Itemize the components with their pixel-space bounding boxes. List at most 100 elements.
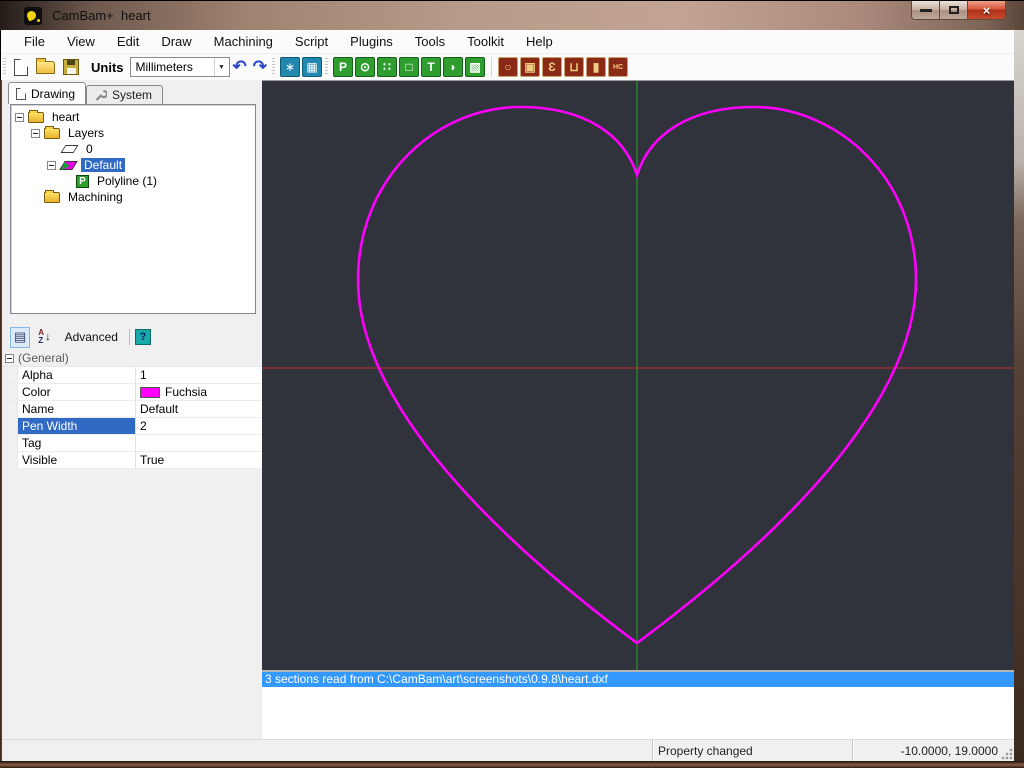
grid-gutter [2,452,18,468]
property-row-tag[interactable]: Tag [2,435,262,452]
close-button[interactable]: × [968,1,1006,20]
log-entry-selected[interactable]: 3 sections read from C:\CamBam\art\scree… [262,672,1014,687]
rectangle-icon[interactable]: □ [399,57,419,77]
menu-toolkit[interactable]: Toolkit [456,31,515,52]
resize-grip[interactable] [1000,747,1013,760]
profile3d-icon[interactable]: ▮ [586,57,606,77]
redo-button[interactable]: ↷ [253,57,267,77]
toolbar-separator [128,329,130,345]
window-border-bottom [0,761,1024,768]
property-row-color[interactable]: Color Fuchsia [2,384,262,401]
property-value[interactable]: Default [136,401,262,417]
tab-drawing[interactable]: Drawing [8,82,87,104]
menu-machining[interactable]: Machining [203,31,284,52]
property-row-visible[interactable]: Visible True [2,452,262,469]
document-icon [16,87,26,100]
collapse-icon[interactable] [31,128,40,138]
window-border-left [0,80,2,761]
maximize-button[interactable] [940,1,968,20]
menu-help[interactable]: Help [515,31,564,52]
title-bar[interactable]: CamBam+ heart × [0,0,1024,30]
toolbar: Units Millimeters ▼ ↶ ↷ ∗ ▦ P ⊙ ∷ □ T ◗ … [1,54,1014,80]
property-category[interactable]: (General) [2,350,262,367]
advanced-button[interactable]: Advanced [59,330,124,344]
property-label: Pen Width [18,418,136,434]
property-value[interactable]: 1 [136,367,262,383]
menu-script[interactable]: Script [284,31,339,52]
folder-icon [28,109,44,123]
property-row-pen-width[interactable]: Pen Width 2 [2,418,262,435]
tree-item-label: Layers [68,126,105,140]
status-bar: Property changed -10.0000, 19.0000 [2,739,1014,761]
folder-icon [44,189,60,203]
categorized-icon: ▤ [14,329,27,344]
surface-icon[interactable]: ▧ [465,57,485,77]
property-value[interactable]: 2 [136,418,262,434]
window-title: CamBam+ heart [52,8,151,23]
collapse-icon[interactable] [47,160,56,170]
property-row-name[interactable]: Name Default [2,401,262,418]
property-toolbar: ▤ AZ ↓ Advanced ? [10,324,256,350]
tree-item-label: Machining [68,190,123,204]
tree-item-label: Default [81,158,126,172]
pocket-icon[interactable]: ▣ [520,57,540,77]
tab-system[interactable]: System [86,85,164,104]
panel-tabs: Drawing System [8,82,164,104]
tree-item-polyline[interactable]: P Polyline (1) [11,173,255,189]
menu-file[interactable]: File [13,31,56,52]
chevron-down-icon[interactable]: ▼ [213,58,229,76]
snap-point-icon[interactable]: ∗ [280,57,300,77]
menu-view[interactable]: View [56,31,106,52]
collapse-icon[interactable] [15,112,24,122]
tree-item-heart[interactable]: heart [11,109,255,125]
drill-icon[interactable]: ⊔ [564,57,584,77]
circle-icon[interactable]: ⊙ [355,57,375,77]
open-file-icon[interactable] [36,57,55,74]
collapse-icon[interactable] [5,353,14,363]
text-icon[interactable]: T [421,57,441,77]
toolbar-grip[interactable] [272,58,275,76]
categorized-button[interactable]: ▤ [10,326,31,348]
toolbar-grip[interactable] [325,58,328,76]
category-label: (General) [18,351,69,365]
gcode-icon[interactable]: HC [608,57,628,77]
menu-draw[interactable]: Draw [150,31,202,52]
grid-gutter [2,384,18,400]
toolbar-grip[interactable] [3,58,6,76]
cursor-coordinates: -10.0000, 19.0000 [900,743,998,758]
grid-icon[interactable]: ▦ [302,57,322,77]
tree-item-machining[interactable]: Machining [11,189,255,205]
units-dropdown[interactable]: Millimeters ▼ [129,57,230,77]
arc-icon[interactable]: ◗ [443,57,463,77]
menu-plugins[interactable]: Plugins [339,31,404,52]
property-value[interactable] [136,435,262,451]
menu-tools[interactable]: Tools [404,31,456,52]
tree-item-layer-default[interactable]: Default [11,157,255,173]
polyline-icon: P [76,174,89,188]
status-message: Property changed [652,740,852,761]
property-value[interactable]: True [136,452,262,468]
new-file-icon[interactable] [14,58,28,76]
grid-gutter [2,435,18,451]
tree-item-layers[interactable]: Layers [11,125,255,141]
point-list-icon[interactable]: ∷ [377,57,397,77]
property-row-alpha[interactable]: Alpha 1 [2,367,262,384]
minimize-button[interactable] [911,1,940,20]
polyline-icon[interactable]: P [333,57,353,77]
layer-icon [60,145,79,153]
toolbar-separator [491,57,492,77]
save-file-icon[interactable] [63,59,79,75]
property-grid: (General) Alpha 1 Color Fuchsia Name Def… [2,350,262,469]
layer-icon [59,160,78,170]
profile-icon[interactable]: ○ [498,57,518,77]
sort-alphabetical-button[interactable]: AZ ↓ [34,327,54,348]
message-log: 3 sections read from C:\CamBam\art\scree… [262,670,1014,739]
undo-button[interactable]: ↶ [233,57,247,77]
menu-edit[interactable]: Edit [106,31,150,52]
property-value[interactable]: Fuchsia [136,384,262,400]
side-panel: Drawing System heart Layers 0 Default P … [2,80,262,739]
drawing-canvas[interactable] [262,80,1014,670]
help-button[interactable]: ? [134,329,151,345]
engrave-icon[interactable]: Ɛ [542,57,562,77]
tree-item-layer-0[interactable]: 0 [11,141,255,157]
